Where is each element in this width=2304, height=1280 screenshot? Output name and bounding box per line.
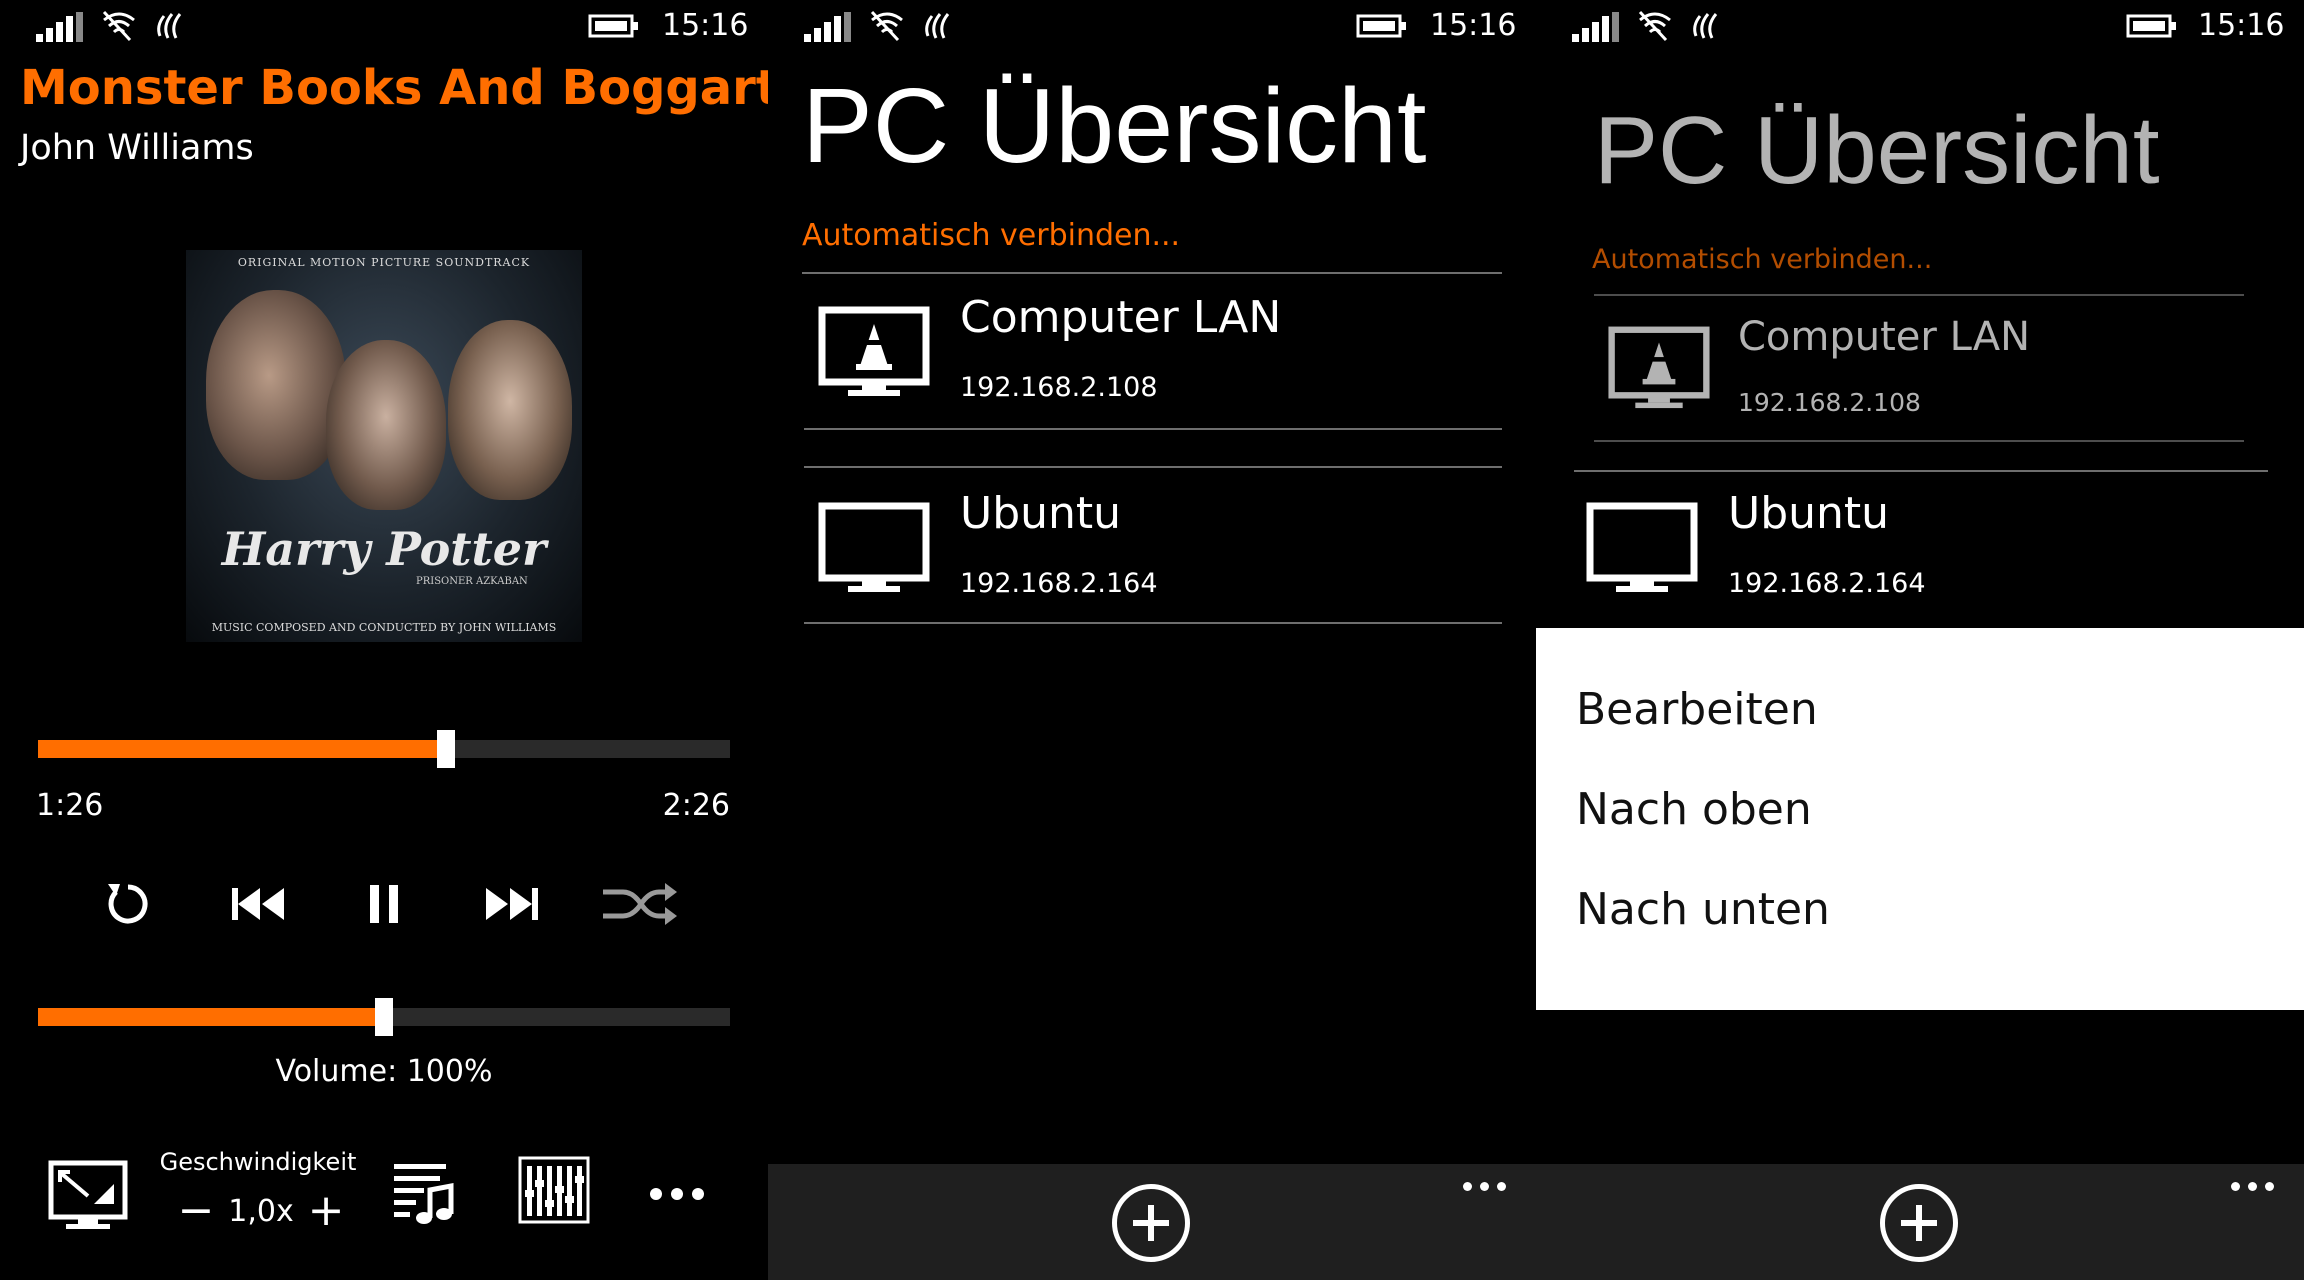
equalizer-icon [518, 1156, 590, 1224]
repeat-icon [108, 884, 148, 924]
album-logo: Harry Potter [221, 522, 547, 576]
computer-ip: 192.168.2.164 [960, 568, 1158, 599]
divider [804, 622, 1502, 624]
shuffle-icon [603, 883, 677, 925]
progress-thumb[interactable] [437, 730, 456, 768]
more-icon[interactable] [1463, 1182, 1506, 1191]
computer-ip: 192.168.2.108 [960, 372, 1158, 403]
add-computer-button[interactable] [1880, 1184, 1958, 1262]
monitor-vlc-icon [818, 306, 930, 396]
wifi-icon [102, 10, 135, 42]
battery-icon [588, 14, 638, 38]
divider [1574, 470, 2268, 472]
playlist-icon [394, 1164, 454, 1224]
next-icon [486, 888, 538, 920]
volume-label: Volume: 100% [275, 1054, 493, 1089]
page-title: PC Übersicht [802, 67, 1427, 185]
album-face [326, 340, 446, 510]
album-subtitle: PRISONER AZKABAN [416, 576, 528, 587]
computer-name: Computer LAN [960, 292, 1282, 343]
more-icon[interactable] [2231, 1182, 2274, 1191]
pc-overview-screen: 15:16 PC Übersicht Automatisch verbinden… [768, 0, 1536, 1280]
speed-value: 1,0x [228, 1193, 294, 1229]
pc-overview-context-menu-screen: 15:16 PC Übersicht Automatisch verbinden… [1536, 0, 2304, 1280]
previous-icon [232, 888, 284, 920]
volume-fill [38, 1008, 384, 1026]
app-bar [768, 1164, 1536, 1280]
progress-fill [38, 740, 447, 758]
wifi-icon [870, 10, 903, 42]
divider [804, 428, 1502, 430]
album-top-text: ORIGINAL MOTION PICTURE SOUNDTRACK [237, 256, 531, 269]
menu-item-move-down[interactable]: Nach unten [1576, 884, 1830, 935]
previous-button[interactable] [226, 872, 290, 936]
volume-slider[interactable] [38, 998, 730, 1036]
divider [802, 272, 1502, 274]
cast-screen-icon [48, 1160, 128, 1229]
total-duration: 2:26 [662, 788, 730, 823]
computer-ip: 192.168.2.164 [1728, 568, 1926, 599]
album-face [448, 320, 572, 500]
monitor-icon [1586, 502, 1698, 592]
computer-name: Computer LAN [1738, 314, 2031, 360]
now-playing-screen: 15:16 Monster Books And Boggarts! John W… [0, 0, 768, 1280]
speed-increase-button[interactable]: + [306, 1189, 346, 1233]
divider [804, 466, 1502, 468]
app-bar [1536, 1164, 2304, 1280]
album-face [206, 290, 346, 480]
more-icon[interactable] [650, 1188, 704, 1200]
divider [1594, 294, 2244, 296]
repeat-button[interactable] [96, 872, 160, 936]
status-bar: 15:16 [768, 0, 1536, 56]
battery-icon [1356, 14, 1406, 38]
volume-thumb[interactable] [375, 998, 393, 1036]
song-title: Monster Books And Boggarts! [20, 60, 768, 116]
computer-name: Ubuntu [960, 488, 1122, 539]
elapsed-time: 1:26 [36, 788, 104, 823]
pause-icon [370, 885, 398, 923]
equalizer-button[interactable] [518, 1156, 590, 1230]
speed-decrease-button[interactable]: − [176, 1189, 216, 1233]
playlist-button[interactable] [390, 1160, 456, 1232]
auto-connect-link[interactable]: Automatisch verbinden... [802, 218, 1180, 253]
add-computer-button[interactable] [1112, 1184, 1190, 1262]
nfc-icon [157, 13, 182, 39]
nfc-icon [925, 13, 950, 39]
computer-ip: 192.168.2.108 [1738, 388, 1921, 417]
artist-name: John Williams [20, 128, 254, 168]
progress-slider[interactable] [38, 730, 730, 768]
monitor-icon [818, 502, 930, 592]
signal-icon [804, 12, 854, 42]
monitor-vlc-icon [1608, 326, 1710, 409]
status-bar: 15:16 [0, 0, 768, 56]
divider [1594, 440, 2244, 442]
context-menu: Bearbeiten Nach oben Nach unten [1536, 628, 2304, 1010]
menu-item-move-up[interactable]: Nach oben [1576, 784, 1812, 835]
album-bottom-text: MUSIC COMPOSED AND CONDUCTED BY JOHN WIL… [211, 621, 557, 634]
computer-name: Ubuntu [1728, 488, 1890, 539]
clock: 15:16 [662, 8, 749, 43]
speed-control: − 1,0x + [176, 1186, 346, 1236]
album-art: ORIGINAL MOTION PICTURE SOUNDTRACK Harry… [186, 250, 582, 642]
clock: 15:16 [1430, 8, 1517, 43]
next-button[interactable] [480, 872, 544, 936]
page-title: PC Übersicht [1594, 97, 2160, 204]
speed-label: Geschwindigkeit [159, 1148, 357, 1176]
pause-button[interactable] [352, 872, 416, 936]
auto-connect-link[interactable]: Automatisch verbinden... [1592, 244, 1932, 275]
cast-screen-button[interactable] [48, 1160, 128, 1236]
signal-icon [36, 12, 86, 42]
shuffle-button[interactable] [600, 872, 680, 936]
menu-item-edit[interactable]: Bearbeiten [1576, 684, 1818, 735]
